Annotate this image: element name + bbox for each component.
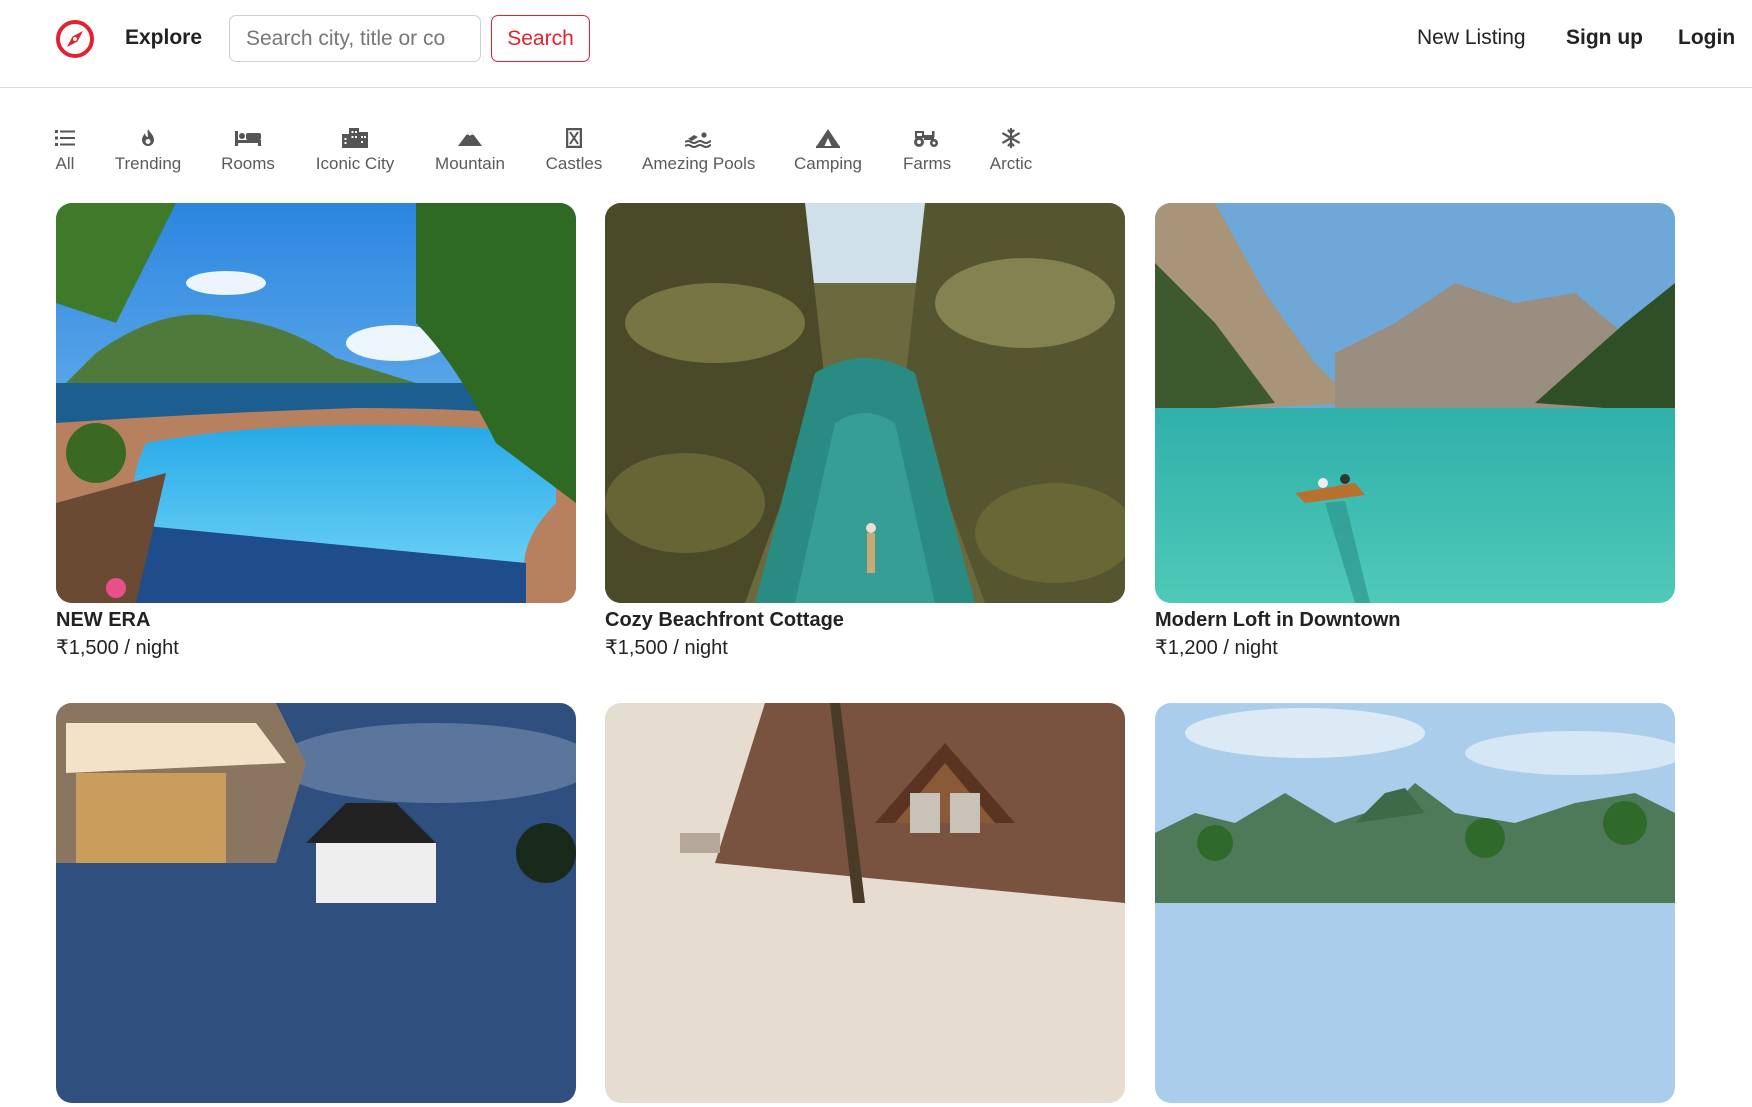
bed-icon [219, 128, 277, 150]
listing-photo[interactable] [605, 203, 1125, 603]
filter-label: Camping [793, 154, 863, 173]
category-filters: All Trending Rooms Iconic City Mountain … [0, 128, 1100, 184]
new-listing-link[interactable]: New Listing [1417, 26, 1526, 50]
listing-card[interactable] [56, 703, 576, 1107]
filter-all[interactable]: All [54, 128, 76, 184]
filter-mountain[interactable]: Mountain [434, 128, 506, 184]
city-icon [314, 128, 396, 150]
filter-arctic[interactable]: Arctic [988, 128, 1034, 184]
listing-photo[interactable] [1155, 703, 1675, 1103]
listing-card[interactable] [605, 703, 1125, 1107]
filter-label: Mountain [435, 154, 505, 173]
listing-photo[interactable] [1155, 203, 1675, 603]
listing-card[interactable]: Cozy Beachfront Cottage ₹1,500 / night [605, 203, 1125, 663]
listing-photo[interactable] [56, 203, 576, 603]
listing-photo[interactable] [605, 703, 1125, 1103]
listing-card[interactable] [1155, 703, 1675, 1107]
listing-photo[interactable] [56, 703, 576, 1103]
listing-card[interactable]: Modern Loft in Downtown ₹1,200 / night [1155, 203, 1675, 663]
login-link[interactable]: Login [1678, 26, 1735, 50]
listing-price: ₹1,500 / night [605, 637, 728, 659]
filter-label: Iconic City [315, 154, 395, 173]
filter-label: Farms [903, 154, 952, 173]
signup-link[interactable]: Sign up [1566, 26, 1643, 50]
castle-icon [545, 128, 603, 150]
compass-logo-icon[interactable] [54, 18, 96, 60]
swimmer-icon [642, 128, 754, 150]
listing-price: ₹1,200 / night [1155, 637, 1278, 659]
filter-castles[interactable]: Castles [545, 128, 603, 184]
filter-farms[interactable]: Farms [903, 128, 952, 184]
tent-icon [793, 128, 863, 150]
list-icon [54, 128, 76, 150]
filter-amezing-pools[interactable]: Amezing Pools [642, 128, 756, 184]
search-button[interactable]: Search [491, 15, 590, 62]
navbar: Explore Search New Listing Sign up Login [0, 0, 1752, 88]
filter-label: Arctic [989, 154, 1033, 173]
filter-trending[interactable]: Trending [113, 128, 183, 184]
snowflake-icon [988, 128, 1034, 150]
filter-rooms[interactable]: Rooms [219, 128, 277, 184]
tractor-icon [903, 128, 949, 150]
listing-card[interactable]: NEW ERA ₹1,500 / night [56, 203, 576, 663]
listing-title: NEW ERA [56, 609, 151, 631]
filter-label: Rooms [221, 154, 275, 173]
fire-icon [113, 128, 183, 150]
explore-link[interactable]: Explore [125, 26, 202, 50]
filter-label: All [55, 154, 75, 173]
filter-iconic-city[interactable]: Iconic City [314, 128, 396, 184]
mountain-icon [434, 128, 506, 150]
filter-label: Trending [114, 154, 182, 173]
filter-label: Amezing Pools [642, 154, 756, 173]
search-input[interactable] [229, 15, 481, 62]
listing-price: ₹1,500 / night [56, 637, 179, 659]
filter-camping[interactable]: Camping [793, 128, 863, 184]
listing-title: Cozy Beachfront Cottage [605, 609, 844, 631]
listing-title: Modern Loft in Downtown [1155, 609, 1401, 631]
filter-label: Castles [545, 154, 603, 173]
